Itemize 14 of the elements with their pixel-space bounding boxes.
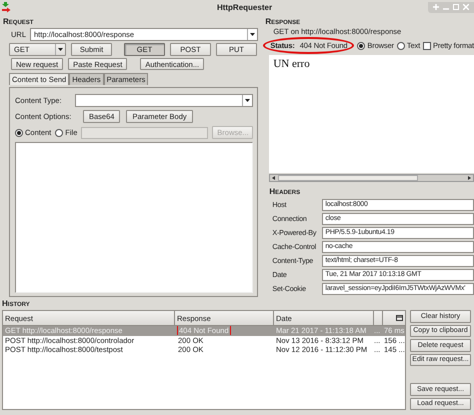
column-picker-icon[interactable] (396, 315, 403, 321)
section-heading: History (2, 299, 30, 308)
app-icon (2, 2, 11, 12)
dropdown-arrow-icon[interactable] (58, 48, 63, 51)
section-heading: Request (3, 17, 34, 26)
horizontal-scrollbar[interactable] (269, 174, 474, 182)
section-heading: Response (265, 17, 300, 26)
scroll-left-icon[interactable] (272, 176, 276, 180)
window-title: HttpRequester (216, 2, 274, 12)
section-heading: Headers (269, 187, 300, 196)
dropdown-arrow-icon[interactable] (250, 33, 256, 36)
scroll-right-icon[interactable] (468, 176, 471, 180)
response-body: UN erro (269, 55, 474, 173)
dropdown-arrow-icon[interactable] (245, 99, 250, 102)
